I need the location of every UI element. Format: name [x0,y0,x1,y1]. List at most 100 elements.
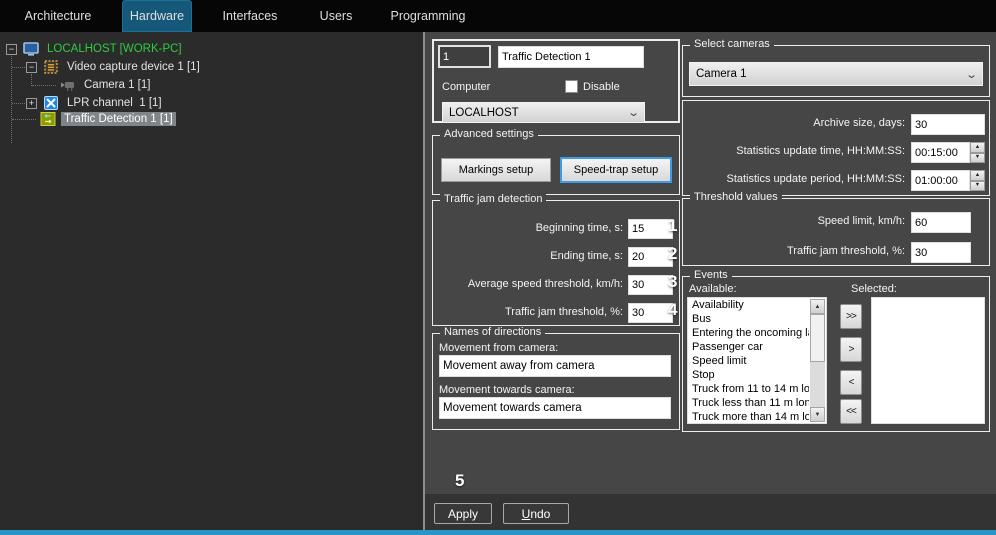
threshold-traffic-jam-label: Traffic jam threshold, %: [787,245,905,257]
undo-button[interactable]: Undo [503,503,569,524]
list-item[interactable]: Stop [688,368,809,382]
move-right-button[interactable]: > [840,337,862,362]
tree-row-lpr-channel[interactable]: + LPR channel 1 [1] [26,95,165,111]
list-item[interactable]: Truck less than 11 m long [688,396,809,410]
lpr-icon [44,96,58,110]
traffic-detection-config-panel: Computer Disable LOCALHOST ⌄ Advanced se… [425,32,996,494]
threshold-values-group: Threshold values Speed limit, km/h: Traf… [682,191,990,266]
expand-expander-icon[interactable]: + [26,97,37,109]
tree-item-label[interactable]: Camera 1 [1] [81,78,153,92]
movement-from-camera-input[interactable] [439,355,671,377]
tree-item-label-selected[interactable]: Traffic Detection 1 [1] [61,112,176,126]
computer-dropdown-value: LOCALHOST [449,106,519,119]
advanced-settings-group: Advanced settings Markings setup Speed-t… [432,128,680,195]
traffic-jam-threshold-input[interactable] [628,303,673,323]
id-field[interactable] [438,45,491,68]
average-speed-threshold-input[interactable] [628,275,673,295]
movement-towards-camera-label: Movement towards camera: [439,384,575,396]
speed-limit-input[interactable] [911,212,971,233]
tree-connector [12,119,36,120]
available-events-list[interactable]: Availability Bus Entering the oncoming l… [687,297,827,424]
selected-label: Selected: [851,283,897,295]
annotation-1: 1 [668,216,678,235]
names-of-directions-group: Names of directions Movement from camera… [432,326,680,430]
events-group: Events Available: Selected: Availability… [682,269,990,432]
spin-up-icon[interactable]: ▲ [970,170,985,181]
move-left-button[interactable]: < [840,370,862,395]
tree-item-label[interactable]: LOCALHOST [WORK-PC] [44,42,185,56]
tab-interfaces[interactable]: Interfaces [216,0,284,32]
movement-towards-camera-input[interactable] [439,397,671,419]
spin-down-icon[interactable]: ▼ [970,152,985,163]
archive-settings-group: Archive size, days: Statistics update ti… [682,100,990,196]
chevron-down-icon: ⌄ [626,107,640,119]
tree-connector [12,67,25,68]
annotation-4: 4 [668,300,678,319]
list-item[interactable]: Truck more than 14 m long [688,410,809,423]
list-item[interactable]: Speed limit [688,354,809,368]
spin-up-icon[interactable]: ▲ [970,142,985,153]
tab-users[interactable]: Users [312,0,360,32]
tree-row-traffic-detection[interactable]: Traffic Detection 1 [1] [40,111,176,127]
threshold-traffic-jam-input[interactable] [911,242,971,263]
tree-connector [11,56,12,143]
tab-programming[interactable]: Programming [388,0,468,32]
statistics-update-time-spinner[interactable]: ▲ ▼ [970,142,985,163]
ending-time-label: Ending time, s: [550,250,623,262]
traffic-jam-detection-group: Traffic jam detection Beginning time, s:… [432,193,680,326]
disable-label: Disable [583,81,620,93]
statistics-update-period-label: Statistics update period, HH:MM:SS: [726,173,905,185]
top-tab-bar: Architecture Hardware Interfaces Users P… [0,0,996,32]
scroll-up-icon[interactable]: ▲ [810,299,825,314]
scrollbar-thumb[interactable] [810,314,825,362]
collapse-expander-icon[interactable]: − [26,61,37,73]
tree-connector [32,85,56,86]
camera-dropdown-value: Camera 1 [696,68,747,80]
list-item[interactable]: Availability [688,298,809,312]
ending-time-input[interactable] [628,247,673,267]
collapse-expander-icon[interactable]: − [6,43,17,55]
identity-group: Computer Disable LOCALHOST ⌄ [432,39,680,123]
archive-size-label: Archive size, days: [813,117,905,129]
scrollbar[interactable]: ▲ ▼ [810,299,825,422]
camera-dropdown[interactable]: Camera 1 ⌄ [689,62,983,86]
disable-checkbox[interactable] [565,80,578,93]
markings-setup-button[interactable]: Markings setup [441,158,551,182]
bottom-accent-line [0,530,996,535]
traffic-jam-detection-title: Traffic jam detection [440,193,547,205]
statistics-update-time-label: Statistics update time, HH:MM:SS: [736,145,905,157]
archive-size-input[interactable] [911,114,985,135]
capture-device-icon [44,60,58,74]
list-item[interactable]: Entering the oncoming lane [688,326,809,340]
move-all-left-button[interactable]: << [840,399,862,424]
selected-events-list[interactable] [871,297,985,424]
select-cameras-group: Select cameras Camera 1 ⌄ [682,38,990,97]
tree-row-video-capture-device[interactable]: − Video capture device 1 [1] [26,59,203,75]
beginning-time-input[interactable] [628,219,673,239]
annotation-2: 2 [668,244,678,263]
tree-item-label[interactable]: LPR channel 1 [1] [64,96,165,110]
tab-architecture[interactable]: Architecture [20,0,96,32]
spin-down-icon[interactable]: ▼ [970,180,985,191]
statistics-update-time-input[interactable] [911,142,970,163]
scroll-down-icon[interactable]: ▼ [810,407,825,422]
annotation-5: 5 [455,471,465,490]
select-cameras-title: Select cameras [690,38,774,50]
computer-dropdown[interactable]: LOCALHOST ⌄ [442,102,645,123]
statistics-update-period-spinner[interactable]: ▲ ▼ [970,170,985,191]
tree-row-camera[interactable]: Camera 1 [1] [60,77,153,93]
list-item[interactable]: Truck from 11 to 14 m long [688,382,809,396]
tree-connector [12,103,25,104]
speed-trap-setup-button[interactable]: Speed-trap setup [560,157,672,183]
statistics-update-period-input[interactable] [911,170,970,191]
apply-button[interactable]: Apply [434,503,492,524]
tree-item-label[interactable]: Video capture device 1 [1] [64,60,203,74]
tab-hardware[interactable]: Hardware [122,0,192,32]
move-all-right-button[interactable]: >> [840,304,862,329]
undo-rest: ndo [530,506,551,521]
camera-icon [61,82,74,91]
list-item[interactable]: Passenger car [688,340,809,354]
tree-row-localhost[interactable]: − LOCALHOST [WORK-PC] [6,41,185,57]
name-field[interactable] [498,46,644,68]
list-item[interactable]: Bus [688,312,809,326]
